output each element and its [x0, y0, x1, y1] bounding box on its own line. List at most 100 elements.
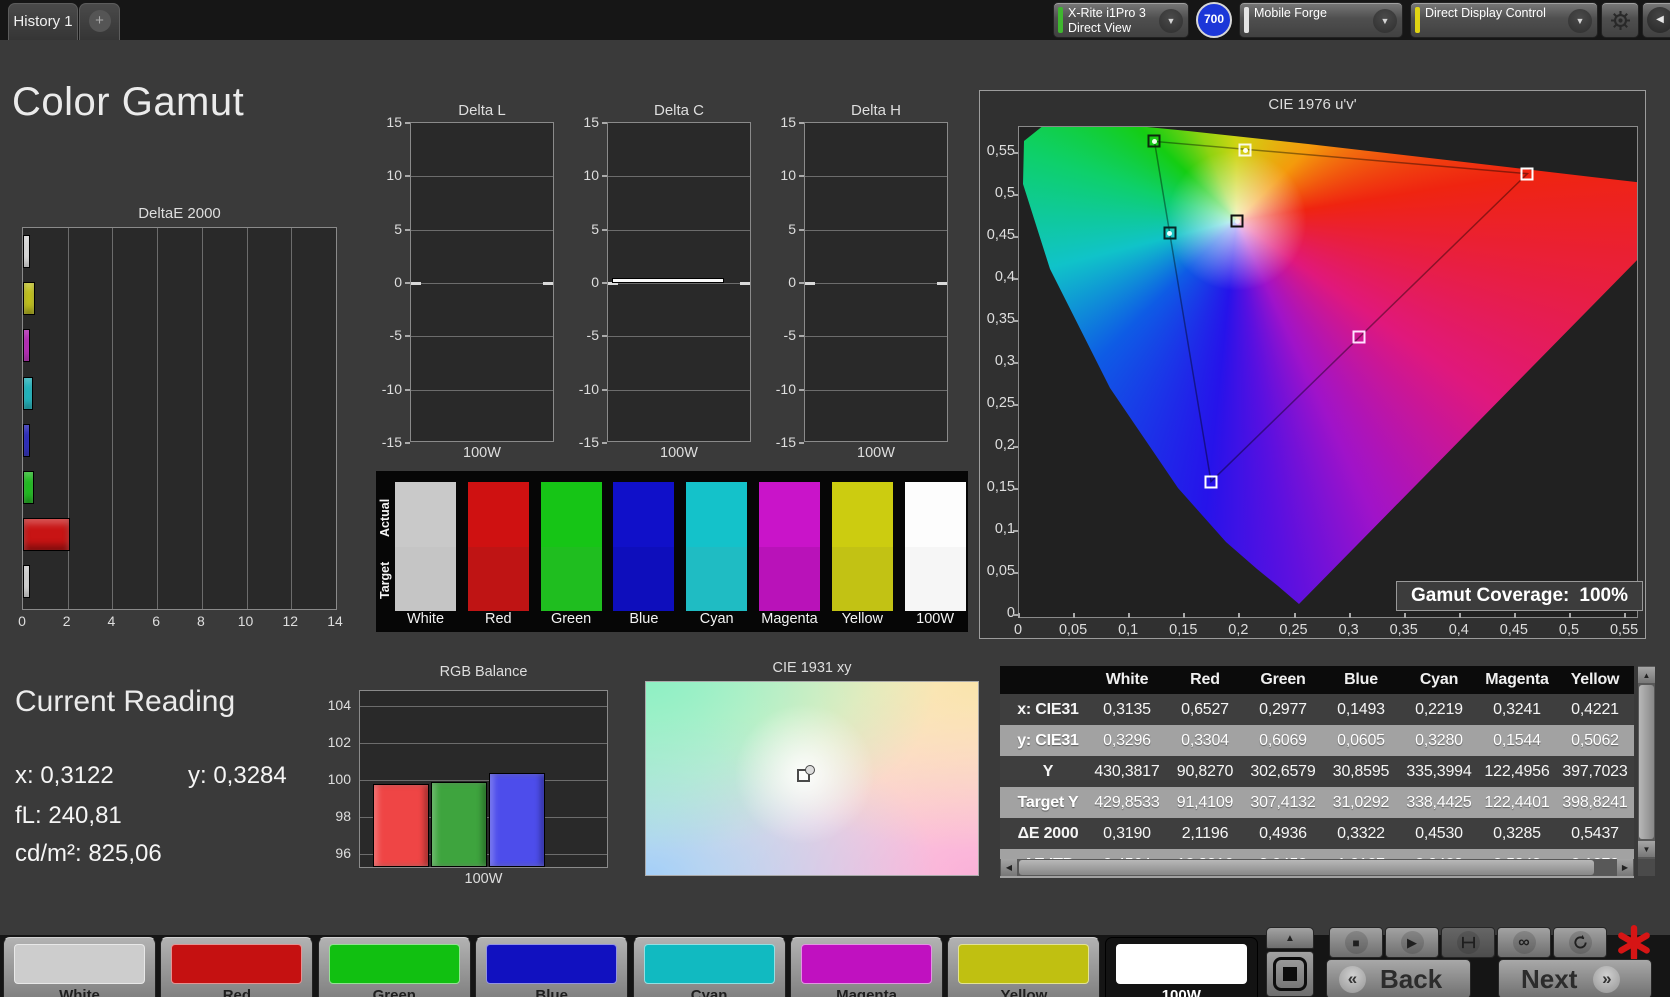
cell-value: 0,2219	[1400, 701, 1478, 719]
cie1931-title: CIE 1931 xy	[645, 660, 979, 676]
y-tick	[1013, 194, 1018, 196]
x-tick	[1018, 613, 1020, 618]
marker-dot	[1167, 231, 1172, 236]
x-category-label: 100W	[607, 445, 751, 461]
plus-icon: +	[89, 10, 111, 32]
source-dropdown[interactable]: Mobile Forge ▼	[1239, 2, 1403, 38]
marker-dot	[1152, 139, 1157, 144]
pattern-button-yellow[interactable]: Yellow	[947, 937, 1100, 997]
cell-value: 0,3304	[1166, 732, 1244, 750]
gridline	[805, 336, 947, 337]
gamut-coverage-label: Gamut Coverage:	[1411, 585, 1569, 607]
display-control-dropdown[interactable]: Direct Display Control ▼	[1410, 2, 1598, 38]
x-tick-label: 0	[10, 613, 34, 629]
cell-value: 122,4401	[1478, 794, 1556, 812]
pattern-button-magenta[interactable]: Magenta	[790, 937, 943, 997]
pattern-button-100w[interactable]: 100W	[1105, 937, 1258, 997]
y-tick	[602, 389, 607, 391]
h-scroll-thumb[interactable]	[1019, 860, 1594, 875]
collapse-panel-button[interactable]: ◀	[1642, 2, 1670, 38]
scroll-right-button[interactable]: ▶	[1617, 859, 1633, 876]
gridline	[157, 228, 158, 609]
stop-button[interactable]: ■	[1329, 927, 1383, 958]
y-tick	[1013, 320, 1018, 322]
cell-value: 0,5437	[1556, 825, 1634, 843]
scroll-left-button[interactable]: ◀	[1001, 859, 1017, 876]
display-status-bar	[1415, 7, 1420, 33]
collapse-pattern-bar-button[interactable]: ▲	[1266, 927, 1314, 949]
back-chevrons-icon: «	[1339, 966, 1366, 993]
chart-plot	[410, 122, 554, 442]
y-tick-label: 15	[565, 114, 599, 130]
deltae-bar-magenta	[23, 329, 30, 362]
y-tick-label: 0,15	[982, 479, 1015, 495]
refresh-button[interactable]	[1553, 927, 1607, 958]
scroll-down-button[interactable]: ▼	[1638, 841, 1655, 857]
y-tick-label: 0,5	[982, 185, 1015, 201]
deltae2000-plot	[22, 227, 337, 610]
scroll-corner	[1638, 859, 1655, 876]
x-tick	[1238, 613, 1240, 618]
swatch-label: White	[395, 611, 456, 627]
cell-value: 307,4132	[1244, 794, 1322, 812]
meter-badge[interactable]: 700	[1196, 2, 1232, 38]
y-tick	[405, 229, 410, 231]
back-button[interactable]: « Back	[1326, 959, 1471, 997]
x-tick	[1404, 613, 1406, 618]
meter-dropdown[interactable]: X-Rite i1Pro 3Direct View ▼	[1053, 2, 1189, 38]
reading-fl: fL: 240,81	[15, 802, 122, 830]
cell-value: 90,8270	[1166, 763, 1244, 781]
deltae-bar-blue	[23, 424, 30, 457]
pattern-button-blue[interactable]: Blue	[475, 937, 628, 997]
row-label: Y	[1000, 763, 1088, 781]
swatch-label: Magenta	[759, 611, 820, 627]
next-button[interactable]: Next »	[1498, 959, 1652, 997]
v-scroll-thumb[interactable]	[1639, 685, 1654, 839]
swatch-label: Green	[541, 611, 602, 627]
y-tick	[602, 122, 607, 124]
pattern-button-green[interactable]: Green	[318, 937, 471, 997]
cie1976-panel: CIE 1976 u'v' 00,050,10,150,20,250,30,35…	[979, 90, 1646, 639]
cell-value: 30,8595	[1322, 763, 1400, 781]
add-tab-button[interactable]: +	[79, 3, 120, 40]
chevron-down-icon: ▼	[1373, 9, 1397, 33]
step-icon	[1457, 931, 1480, 954]
pattern-button-white[interactable]: White	[3, 937, 156, 997]
x-tick	[1294, 613, 1296, 618]
marker-dot	[1243, 148, 1248, 153]
cell-value: 0,3135	[1088, 701, 1166, 719]
cell-value: 0,6069	[1244, 732, 1322, 750]
top-bar: History 1 + X-Rite i1Pro 3Direct View ▼ …	[0, 0, 1670, 40]
primary-marker-red	[1521, 167, 1534, 180]
y-tick	[1013, 488, 1018, 490]
pattern-button-red[interactable]: Red	[160, 937, 313, 997]
pattern-button-cyan[interactable]: Cyan	[633, 937, 786, 997]
table-row: Target Y429,853391,4109307,413231,029233…	[1000, 787, 1634, 818]
loop-button[interactable]: ∞	[1497, 927, 1551, 958]
gridline	[411, 283, 553, 284]
y-tick-label: 0,25	[982, 395, 1015, 411]
settings-button[interactable]	[1601, 2, 1639, 38]
scroll-up-button[interactable]: ▲	[1638, 667, 1655, 683]
deltae-bar-red	[23, 518, 70, 551]
y-tick	[405, 389, 410, 391]
y-tick-label: 0	[565, 274, 599, 290]
tab-history-1[interactable]: History 1	[8, 3, 78, 40]
swatch-label: 100W	[905, 611, 966, 627]
step-mode-button[interactable]	[1441, 927, 1495, 958]
pattern-label: Blue	[476, 987, 627, 997]
gridline	[68, 228, 69, 609]
y-tick-label: -5	[565, 327, 599, 343]
play-button[interactable]: ▶	[1385, 927, 1439, 958]
column-header-blue: Blue	[1322, 671, 1400, 689]
cell-value: 0,4530	[1400, 825, 1478, 843]
pattern-window-button[interactable]	[1266, 951, 1314, 997]
zero-mark-right	[543, 282, 554, 285]
y-tick	[405, 335, 410, 337]
rgb-balance-title: RGB Balance	[359, 664, 608, 680]
swatch-blue	[613, 482, 674, 611]
pattern-label: White	[4, 987, 155, 997]
cie1976-plot	[1018, 126, 1638, 618]
gridline	[360, 780, 607, 781]
x-tick	[1514, 613, 1516, 618]
